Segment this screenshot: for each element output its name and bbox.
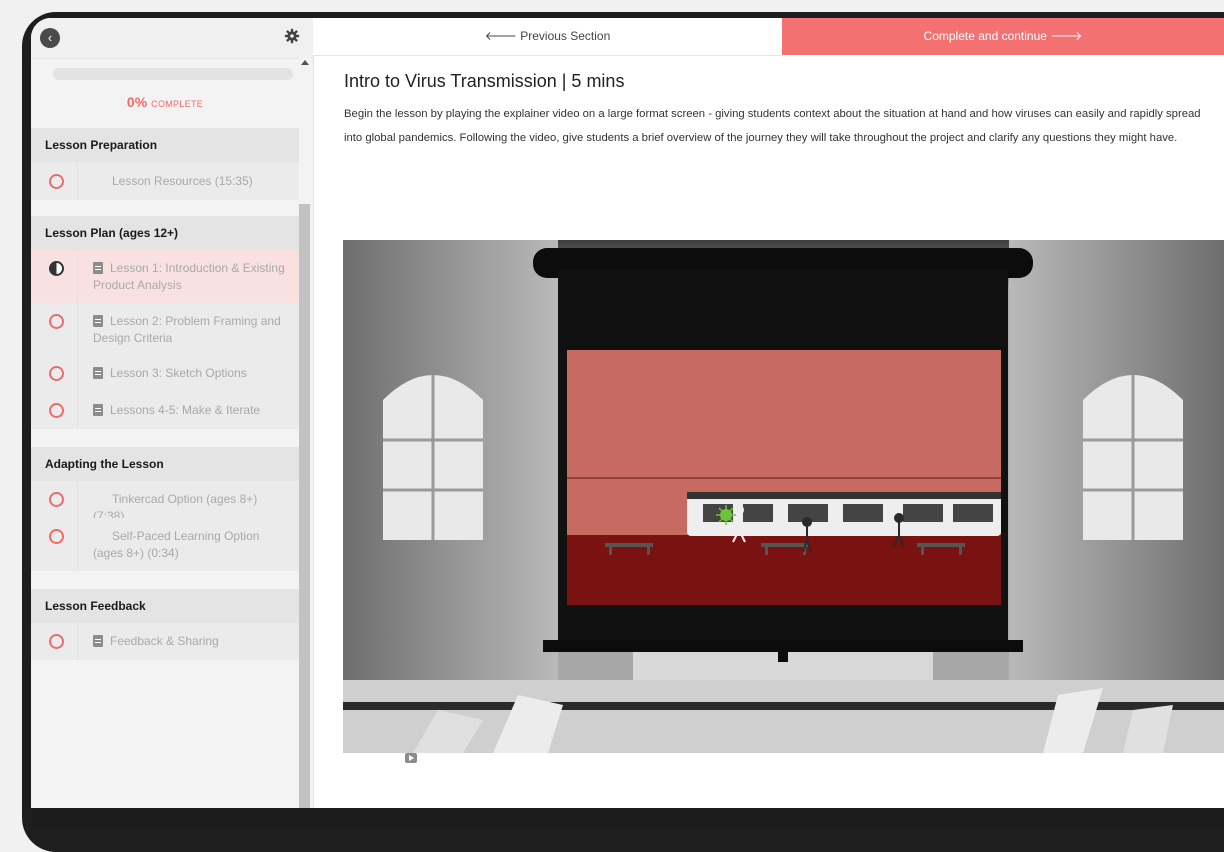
lesson-item-label: Lesson 1: Introduction & Existing Produc… xyxy=(93,261,285,292)
status-circle-icon xyxy=(49,366,64,381)
lesson-item-label: Lesson Resources (15:35) xyxy=(112,174,253,188)
lesson-item[interactable]: Self-Paced Learning Option (ages 8+) (0:… xyxy=(31,518,417,763)
lesson-item[interactable]: Feedback & Sharing xyxy=(31,623,299,660)
lesson-description: Begin the lesson by playing the explaine… xyxy=(344,108,1201,144)
lesson-item-label: Lessons 4-5: Make & Iterate xyxy=(110,403,261,417)
lesson-item[interactable]: Lesson 2: Problem Framing and Design Cri… xyxy=(31,303,299,355)
app-screen: ‹ 0% COMPLETE Lesson Preparation Lesson … xyxy=(31,18,1224,808)
item-divider xyxy=(77,250,78,303)
item-divider xyxy=(77,162,78,200)
status-circle-icon xyxy=(49,634,64,649)
lesson-item[interactable]: Tinkercad Option (ages 8+) (7:38) xyxy=(31,481,417,726)
lesson-content: Intro to Virus Transmission | 5 mins Beg… xyxy=(344,71,1224,150)
video-icon xyxy=(405,753,417,763)
section-lesson-plan: Lesson Plan (ages 12+) xyxy=(31,216,299,250)
item-divider xyxy=(77,355,78,392)
scroll-thumb[interactable] xyxy=(299,204,310,808)
lesson-item-label: Feedback & Sharing xyxy=(110,634,219,648)
document-icon xyxy=(93,404,103,416)
gear-icon[interactable] xyxy=(284,28,300,44)
item-divider xyxy=(77,623,78,660)
status-circle-icon xyxy=(49,174,64,189)
previous-section-button[interactable]: 🡐 Previous Section xyxy=(313,18,782,56)
progress-complete-label: COMPLETE xyxy=(151,99,204,109)
lesson-item-label: Lesson 2: Problem Framing and Design Cri… xyxy=(93,314,281,345)
section-lesson-preparation: Lesson Preparation xyxy=(31,128,299,162)
lesson-video-player[interactable] xyxy=(343,240,1224,753)
course-sidebar: ‹ 0% COMPLETE Lesson Preparation Lesson … xyxy=(31,18,417,808)
progress-label: 0% COMPLETE xyxy=(31,94,299,112)
course-progress: 0% COMPLETE xyxy=(31,58,299,128)
document-icon xyxy=(93,635,103,647)
lesson-item[interactable]: Lessons 4-5: Make & Iterate xyxy=(31,392,299,429)
section-lesson-feedback: Lesson Feedback xyxy=(31,589,299,623)
complete-and-continue-label: Complete and continue xyxy=(923,29,1047,43)
document-icon xyxy=(93,315,103,327)
arrow-right-icon: 🡒 xyxy=(1046,29,1083,43)
complete-and-continue-button[interactable]: Complete and continue 🡒 xyxy=(782,18,1224,55)
previous-section-label: Previous Section xyxy=(520,29,611,43)
status-circle-icon xyxy=(49,403,64,418)
item-divider xyxy=(77,303,78,355)
item-divider xyxy=(77,518,78,571)
lesson-item[interactable]: Lesson 3: Sketch Options xyxy=(31,355,299,392)
sidebar-header: ‹ xyxy=(31,18,313,59)
progress-percent: 0% xyxy=(126,94,148,110)
progress-bar xyxy=(53,68,293,80)
back-arrow-icon[interactable]: ‹ xyxy=(40,28,60,48)
section-adapting-the-lesson: Adapting the Lesson xyxy=(31,447,299,481)
status-circle-icon xyxy=(49,314,64,329)
item-divider xyxy=(77,481,78,518)
lesson-title: Intro to Virus Transmission | 5 mins xyxy=(344,71,625,91)
lesson-item[interactable]: Lesson Resources (15:35) xyxy=(31,162,417,408)
lesson-item-label: Lesson 3: Sketch Options xyxy=(110,366,247,380)
arrow-left-icon: 🡐 xyxy=(484,29,521,43)
item-divider xyxy=(77,392,78,429)
device-bottom-bar xyxy=(31,808,1224,828)
lesson-navigation: 🡐 Previous Section Complete and continue… xyxy=(313,18,1224,56)
status-circle-icon xyxy=(49,492,64,507)
sidebar-scrollbar[interactable] xyxy=(299,58,311,808)
document-icon xyxy=(93,262,103,274)
half-circle-progress-icon xyxy=(49,261,64,276)
lesson-item-label: Self-Paced Learning Option (ages 8+) (0:… xyxy=(93,529,260,560)
scroll-up-arrow-icon[interactable] xyxy=(301,60,309,65)
document-icon xyxy=(93,367,103,379)
status-circle-icon xyxy=(49,529,64,544)
lesson-item-active[interactable]: Lesson 1: Introduction & Existing Produc… xyxy=(31,250,299,303)
